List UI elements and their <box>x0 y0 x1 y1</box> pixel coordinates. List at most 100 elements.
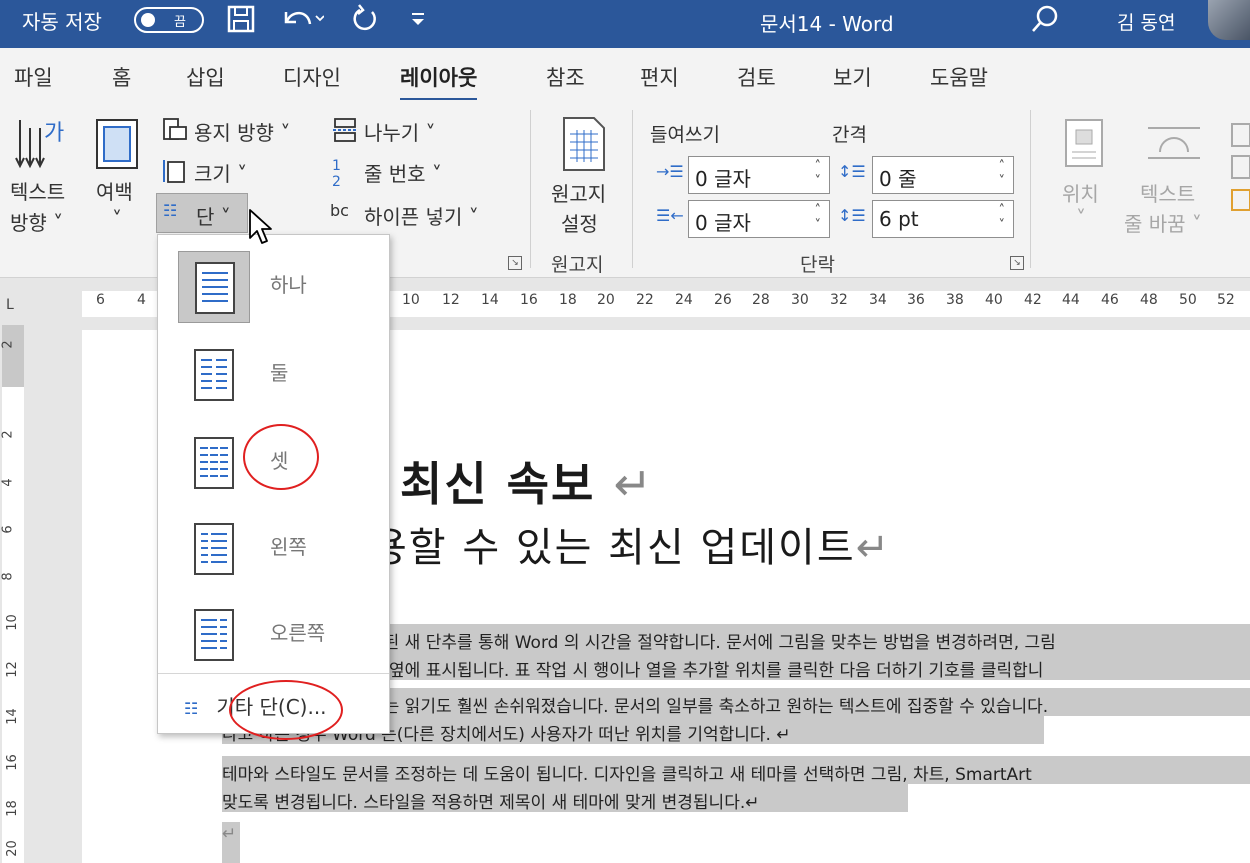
spin-arrows-icon[interactable]: ˄ ˅ <box>999 203 1006 233</box>
autosave-toggle[interactable]: 끔 <box>134 7 204 33</box>
size-button[interactable]: 크기 ˅ <box>194 158 247 187</box>
body-line[interactable]: 테마와 스타일도 문서를 조정하는 데 도움이 됩니다. 디자인을 클릭하고 새… <box>222 760 1032 785</box>
ruler-number: 18 <box>559 292 577 308</box>
tab-help[interactable]: 도움말 <box>930 62 988 92</box>
arrange-more-icon[interactable] <box>1226 122 1250 212</box>
vertical-ruler[interactable]: 2 2 4 6 8 10 12 14 16 18 20 <box>0 325 26 863</box>
spacing-label: 간격 <box>832 124 867 146</box>
tab-view[interactable]: 보기 <box>833 62 872 92</box>
ruler-number: 4 <box>137 292 146 308</box>
vruler-number: 20 <box>4 840 20 857</box>
body-line[interactable]: ↵ <box>222 824 236 844</box>
wrap-text-button[interactable]: 텍스트 <box>1140 178 1195 207</box>
customize-qat-icon[interactable] <box>408 4 428 34</box>
toggle-state: 끔 <box>174 15 186 30</box>
search-icon[interactable] <box>1030 4 1060 34</box>
option-tile <box>178 513 250 585</box>
document-heading1[interactable]: 최신 속보 ↵ <box>400 448 654 514</box>
ruler-number: 52 <box>1217 292 1235 308</box>
spacing-before-input[interactable]: 0 줄 ˄ ˅ <box>872 156 1014 194</box>
hyphenation-button[interactable]: 하이픈 넣기 ˅ <box>364 201 479 230</box>
spacing-after-value: 6 pt <box>879 207 919 231</box>
ruler-number: 42 <box>1024 292 1042 308</box>
tab-selector[interactable]: L <box>6 297 14 313</box>
undo-icon[interactable] <box>280 4 325 34</box>
line-numbers-button[interactable]: 줄 번호 ˅ <box>364 158 442 187</box>
vruler-number: 12 <box>4 661 20 678</box>
option-tile <box>178 339 250 411</box>
manuscript-setup-button[interactable]: 원고지 <box>551 178 606 207</box>
vertical-ruler-margin <box>2 325 24 387</box>
body-line[interactable]: 서는 읽기도 훨씬 손쉬워졌습니다. 문서의 일부를 축소하고 원하는 텍스트에… <box>368 692 1048 717</box>
vruler-number: 14 <box>4 708 20 725</box>
body-line[interactable]: 게된 새 단추를 통해 Word 의 시간을 절약합니다. 문서에 그림을 맞추… <box>368 628 1056 653</box>
save-icon[interactable] <box>226 4 256 34</box>
ruler-number: 40 <box>985 292 1003 308</box>
position-button[interactable]: 위치 <box>1062 178 1099 207</box>
indent-left-icon: →☰ <box>656 162 684 181</box>
wrap-text-dropdown[interactable]: 줄 바꿈 ˅ <box>1124 208 1202 237</box>
group-separator <box>1030 110 1031 268</box>
manuscript-icon <box>562 116 606 176</box>
highlight-circle <box>243 424 319 490</box>
indent-right-input[interactable]: 0 글자 ˄ ˅ <box>688 200 830 238</box>
group-separator <box>530 110 531 268</box>
text-direction-button[interactable]: 텍스트 <box>10 176 65 205</box>
vruler-number: 18 <box>4 800 20 817</box>
orientation-button[interactable]: 용지 방향 ˅ <box>194 117 290 146</box>
indent-right-value: 0 글자 <box>695 211 751 235</box>
tab-layout[interactable]: 레이아웃 <box>400 62 478 101</box>
hyphenation-icon: bc <box>330 201 349 220</box>
menu-divider <box>158 673 389 674</box>
document-heading2[interactable]: 용할 수 있는 최신 업데이트↵ <box>370 515 891 573</box>
columns-icon: ☷ <box>184 699 199 718</box>
tab-review[interactable]: 검토 <box>737 62 776 92</box>
group-separator <box>632 110 633 268</box>
body-line[interactable]: 맞도록 변경됩니다. 스타일을 적용하면 제목이 새 테마에 맞게 변경됩니다.… <box>222 788 759 813</box>
paragraph-mark: ↵ <box>613 457 654 511</box>
breaks-icon <box>332 117 358 148</box>
position-dropdown[interactable]: ˅ <box>1076 206 1086 230</box>
option-label: 둘 <box>270 361 289 385</box>
vruler-number: 2 <box>0 340 16 349</box>
page-setup-launcher-icon[interactable]: ↘ <box>508 256 522 270</box>
manuscript-group-label: 원고지 <box>551 254 604 276</box>
columns-option-right[interactable]: 오른쪽 <box>158 589 389 675</box>
spin-arrows-icon[interactable]: ˄ ˅ <box>815 203 822 233</box>
user-name[interactable]: 김 동연 <box>1117 8 1175 35</box>
option-label: 오른쪽 <box>270 621 326 645</box>
columns-option-left[interactable]: 왼쪽 <box>158 503 389 589</box>
redo-icon[interactable] <box>350 4 380 34</box>
ruler-number: 10 <box>402 292 420 308</box>
spacing-after-input[interactable]: 6 pt ˄ ˅ <box>872 200 1014 238</box>
body-line[interactable]: 과 옆에 표시됩니다. 표 작업 시 행이나 열을 추가할 위치를 클릭한 다음… <box>368 656 1043 681</box>
indent-label: 들여쓰기 <box>650 124 720 146</box>
ruler-number: 30 <box>791 292 809 308</box>
spin-arrows-icon[interactable]: ˄ ˅ <box>999 159 1006 189</box>
tab-mailings[interactable]: 편지 <box>640 62 679 92</box>
ruler-number: 44 <box>1062 292 1080 308</box>
paragraph-launcher-icon[interactable]: ↘ <box>1010 256 1024 270</box>
margins-dropdown[interactable]: ˅ <box>112 207 122 231</box>
margins-button[interactable]: 여백 <box>96 176 133 205</box>
columns-option-two[interactable]: 둘 <box>158 329 389 415</box>
highlight-circle <box>229 680 343 740</box>
ruler-number: 48 <box>1140 292 1158 308</box>
autosave-label: 자동 저장 <box>22 10 102 34</box>
ruler-number: 14 <box>481 292 499 308</box>
ruler-number: 6 <box>96 292 105 308</box>
tab-insert[interactable]: 삽입 <box>186 62 225 92</box>
tab-home[interactable]: 홈 <box>112 62 131 92</box>
tab-design[interactable]: 디자인 <box>283 62 341 92</box>
ruler-number: 12 <box>442 292 460 308</box>
tab-file[interactable]: 파일 <box>14 62 53 92</box>
breaks-button[interactable]: 나누기 ˅ <box>364 117 436 146</box>
text-direction-dropdown[interactable]: 방향 ˅ <box>10 207 63 236</box>
avatar[interactable] <box>1208 0 1250 40</box>
tab-references[interactable]: 참조 <box>546 62 585 92</box>
manuscript-setup-label: 설정 <box>561 212 598 236</box>
spin-arrows-icon[interactable]: ˄ ˅ <box>815 159 822 189</box>
columns-option-one[interactable]: 하나 <box>158 241 389 327</box>
svg-text:가: 가 <box>44 121 64 146</box>
indent-left-input[interactable]: 0 글자 ˄ ˅ <box>688 156 830 194</box>
